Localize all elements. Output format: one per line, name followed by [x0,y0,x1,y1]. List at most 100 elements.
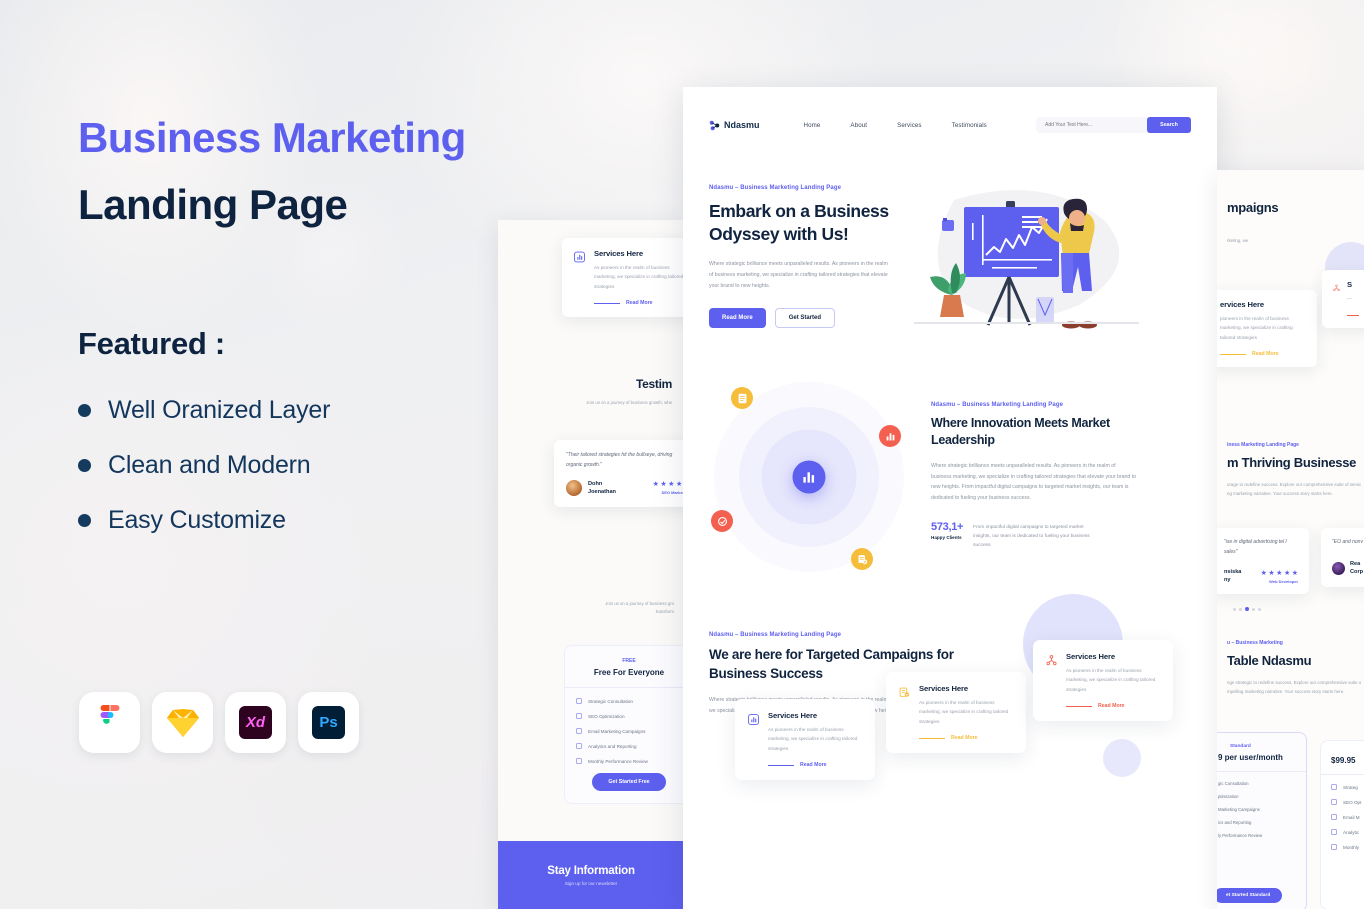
avatar [1332,561,1345,575]
pricing-feature: Analytics and Reporting [576,743,682,749]
bullet-icon [78,514,91,528]
xd-icon: Xd [239,706,272,739]
service-card-yellow[interactable]: ervices Here pioneers in the realm of bu… [1217,290,1317,368]
service-card[interactable]: Services Here As pioneers in the realm o… [562,238,684,318]
star-icon: ★ [1276,570,1283,578]
hero-heading: Embark on a Business Odyssey with Us! [709,201,889,245]
service-card-red[interactable]: Services Here As pioneers in the realm o… [1033,640,1173,722]
service-card-body: As pioneers in the realm of business mar… [919,700,1009,724]
read-more-row[interactable]: Read More [768,762,862,768]
right-pricing-block: u – Business Marketing Table Ndasmu nge … [1227,640,1364,697]
orbit-graphic [709,379,909,574]
left-mockup-panel: Services Here As pioneers in the realm o… [498,220,684,909]
nav-link-services[interactable]: Services [897,122,922,129]
rule-line [1347,314,1359,316]
pricing-card[interactable]: FREE Free For Everyone Strategic Consult… [564,645,684,804]
stat-number: 573,1+ [931,520,964,533]
service-card-body: pioneers in the realm of business market… [1220,316,1293,340]
bar-chart-icon [803,471,815,483]
service-card-head: Services Here As pioneers in the realm o… [748,711,862,768]
get-started-standard-button[interactable]: et Started Standard [1217,888,1283,903]
pricing-plan-standard[interactable]: Standard 9 per user/month gic Consultati… [1217,732,1307,909]
testimonials-body: urage to redefine success. Explore our c… [1227,482,1362,496]
plan-tag: Standard [1230,744,1251,749]
hero-section: Ndasmu – Business Marketing Landing Page… [683,133,1217,335]
get-started-free-button[interactable]: Get Started Free [592,773,666,791]
plan-feature: Email M [1331,814,1364,820]
read-more-row[interactable]: Read More [919,735,1013,741]
carousel-dot[interactable] [1258,607,1261,611]
carousel-dot[interactable] [1239,607,1242,611]
check-icon [1331,814,1337,820]
right-campaigns-heading-block: mpaigns rketing, we [1227,200,1279,246]
testimonial-name-2: Corp [1350,569,1364,576]
title-line-1: Business Marketing [78,114,466,161]
testimonial-quote: "ise in digital advertising tel l sales" [1224,539,1287,555]
read-more-link[interactable]: Read More [626,300,653,306]
badge-document-check-icon [851,548,873,570]
pricing-feature: SEO Optimization [576,713,682,719]
service-card-red[interactable]: S — R [1322,270,1364,329]
star-icon: ★ [660,481,667,489]
testimonial-card[interactable]: "Their tailored strategies hit the bulls… [554,440,684,508]
navbar: Ndasmu Home About Services Testimonials … [683,87,1217,133]
presentation-illustration [914,190,1139,329]
read-more-row[interactable]: Read More [1220,351,1306,357]
search-button[interactable]: Search [1147,117,1191,133]
carousel-dot[interactable] [1233,607,1236,611]
network-share-icon [1333,284,1340,292]
service-card-title-wrap: Services Here As pioneers in the realm o… [594,249,684,306]
pricing-sub-2: transform [655,609,674,615]
service-card-yellow[interactable]: Services Here As pioneers in the realm o… [886,672,1026,754]
avatar [566,479,582,496]
star-icon: ★ [1291,570,1298,578]
nav-link-testimonials[interactable]: Testimonials [952,122,987,129]
read-more-row[interactable]: R [1347,312,1364,318]
plan-feature-label: Monthly [1343,844,1360,850]
carousel-dot-active[interactable] [1245,607,1249,611]
read-more-row[interactable]: Read More [594,300,684,306]
read-more-link[interactable]: Read More [1252,351,1279,357]
read-more-row[interactable]: Read More [1066,703,1160,709]
plan-feature: Marketing Campaigns [1218,807,1260,812]
check-icon [1331,799,1337,805]
innovation-text: Ndasmu – Business Marketing Landing Page… [931,402,1136,550]
search-bar[interactable]: Search [1036,117,1191,133]
read-more-link[interactable]: Read More [951,735,978,741]
carousel-dot[interactable] [1252,607,1255,611]
carousel-dots[interactable] [1233,607,1261,611]
nav-links: Home About Services Testimonials [804,122,987,129]
logo-icon [709,120,720,130]
photoshop-app-icon: Ps [298,692,359,753]
nav-link-home[interactable]: Home [804,122,821,129]
testimonial-card-1[interactable]: "ise in digital advertising tel l sales"… [1217,528,1309,595]
testimonial-name-2: ny [1224,576,1231,583]
rule-line [594,302,620,304]
read-more-link[interactable]: Read More [1098,703,1125,709]
testimonial-card-2[interactable]: "EO and nonv improved ou Rea Corp [1321,528,1364,587]
hero-eyebrow: Ndasmu – Business Marketing Landing Page [709,185,842,191]
rule-line [919,737,945,739]
read-more-button[interactable]: Read More [709,308,766,329]
divider [565,687,684,688]
newsletter-title: Stay Information [547,864,635,877]
read-more-link[interactable]: Read More [800,762,827,768]
plan-feature-label: Analytic [1343,829,1360,835]
logo[interactable]: Ndasmu [709,120,760,131]
pricing-plan-premium[interactable]: $99.95 Strateg SEO Opt Email M Analytic … [1320,740,1364,909]
get-started-button[interactable]: Get Started [774,308,836,329]
page-title: Business Marketing Landing Page [78,104,598,238]
plan-price: $99.95 [1331,756,1356,765]
testimonial-role: Web Developer [1269,579,1298,585]
pricing-feature-label: Analytics and Reporting [588,743,637,749]
check-icon [576,728,582,734]
star-rating: ★ ★ ★ ★ ★ [1261,569,1298,577]
badge-refresh-icon [711,510,733,532]
stat-description: From impactful digital campaigns to targ… [973,524,1090,549]
refresh-icon [717,516,727,526]
search-input[interactable] [1045,122,1140,128]
service-card-title: S [1347,280,1352,289]
service-card-blue[interactable]: Services Here As pioneers in the realm o… [735,699,875,781]
nav-link-about[interactable]: About [850,122,867,129]
service-card-title: ervices Here [1220,300,1264,309]
